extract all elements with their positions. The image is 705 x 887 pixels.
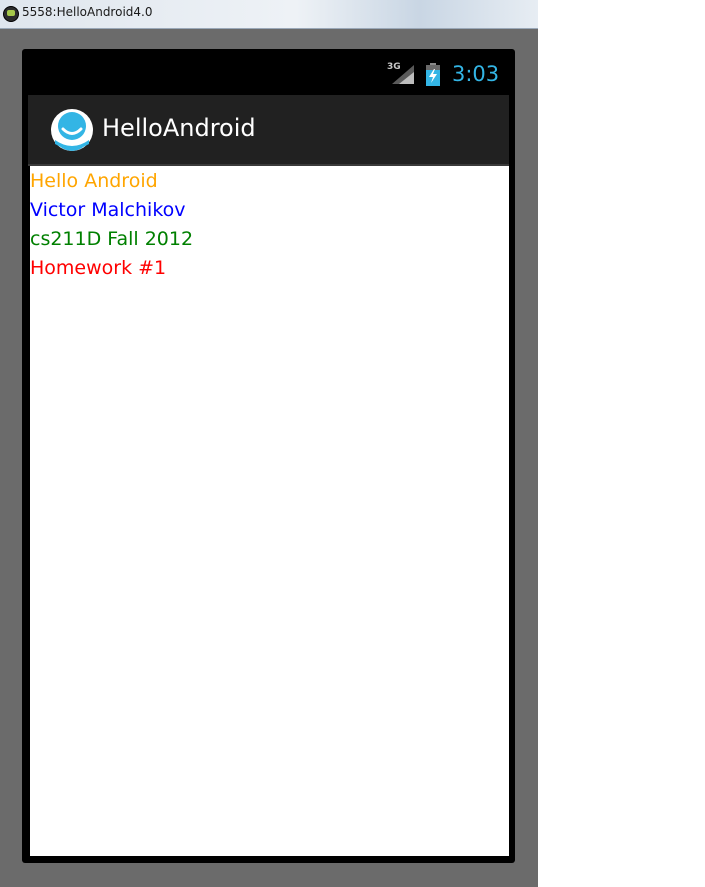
text-course: cs211D Fall 2012 [30, 228, 194, 250]
action-bar: HelloAndroid [28, 95, 509, 166]
text-homework: Homework #1 [30, 257, 167, 279]
text-author-name: Victor Malchikov [30, 199, 186, 221]
status-clock: 3:03 [452, 62, 500, 86]
app-title: HelloAndroid [102, 114, 256, 142]
app-icon[interactable] [50, 108, 94, 152]
battery-charging-icon [426, 63, 440, 86]
window-title-bar[interactable]: 5558:HelloAndroid4.0 [0, 0, 538, 29]
android-emulator-icon [3, 6, 19, 22]
status-bar: 3G 3:03 [28, 55, 509, 95]
emulator-window: 5558:HelloAndroid4.0 3G 3:03 HelloAndroi… [0, 0, 538, 887]
window-title: 5558:HelloAndroid4.0 [22, 5, 153, 19]
text-hello-android: Hello Android [30, 170, 158, 192]
main-content: Hello Android Victor Malchikov cs211D Fa… [30, 166, 509, 856]
signal-strength-icon [392, 65, 414, 84]
